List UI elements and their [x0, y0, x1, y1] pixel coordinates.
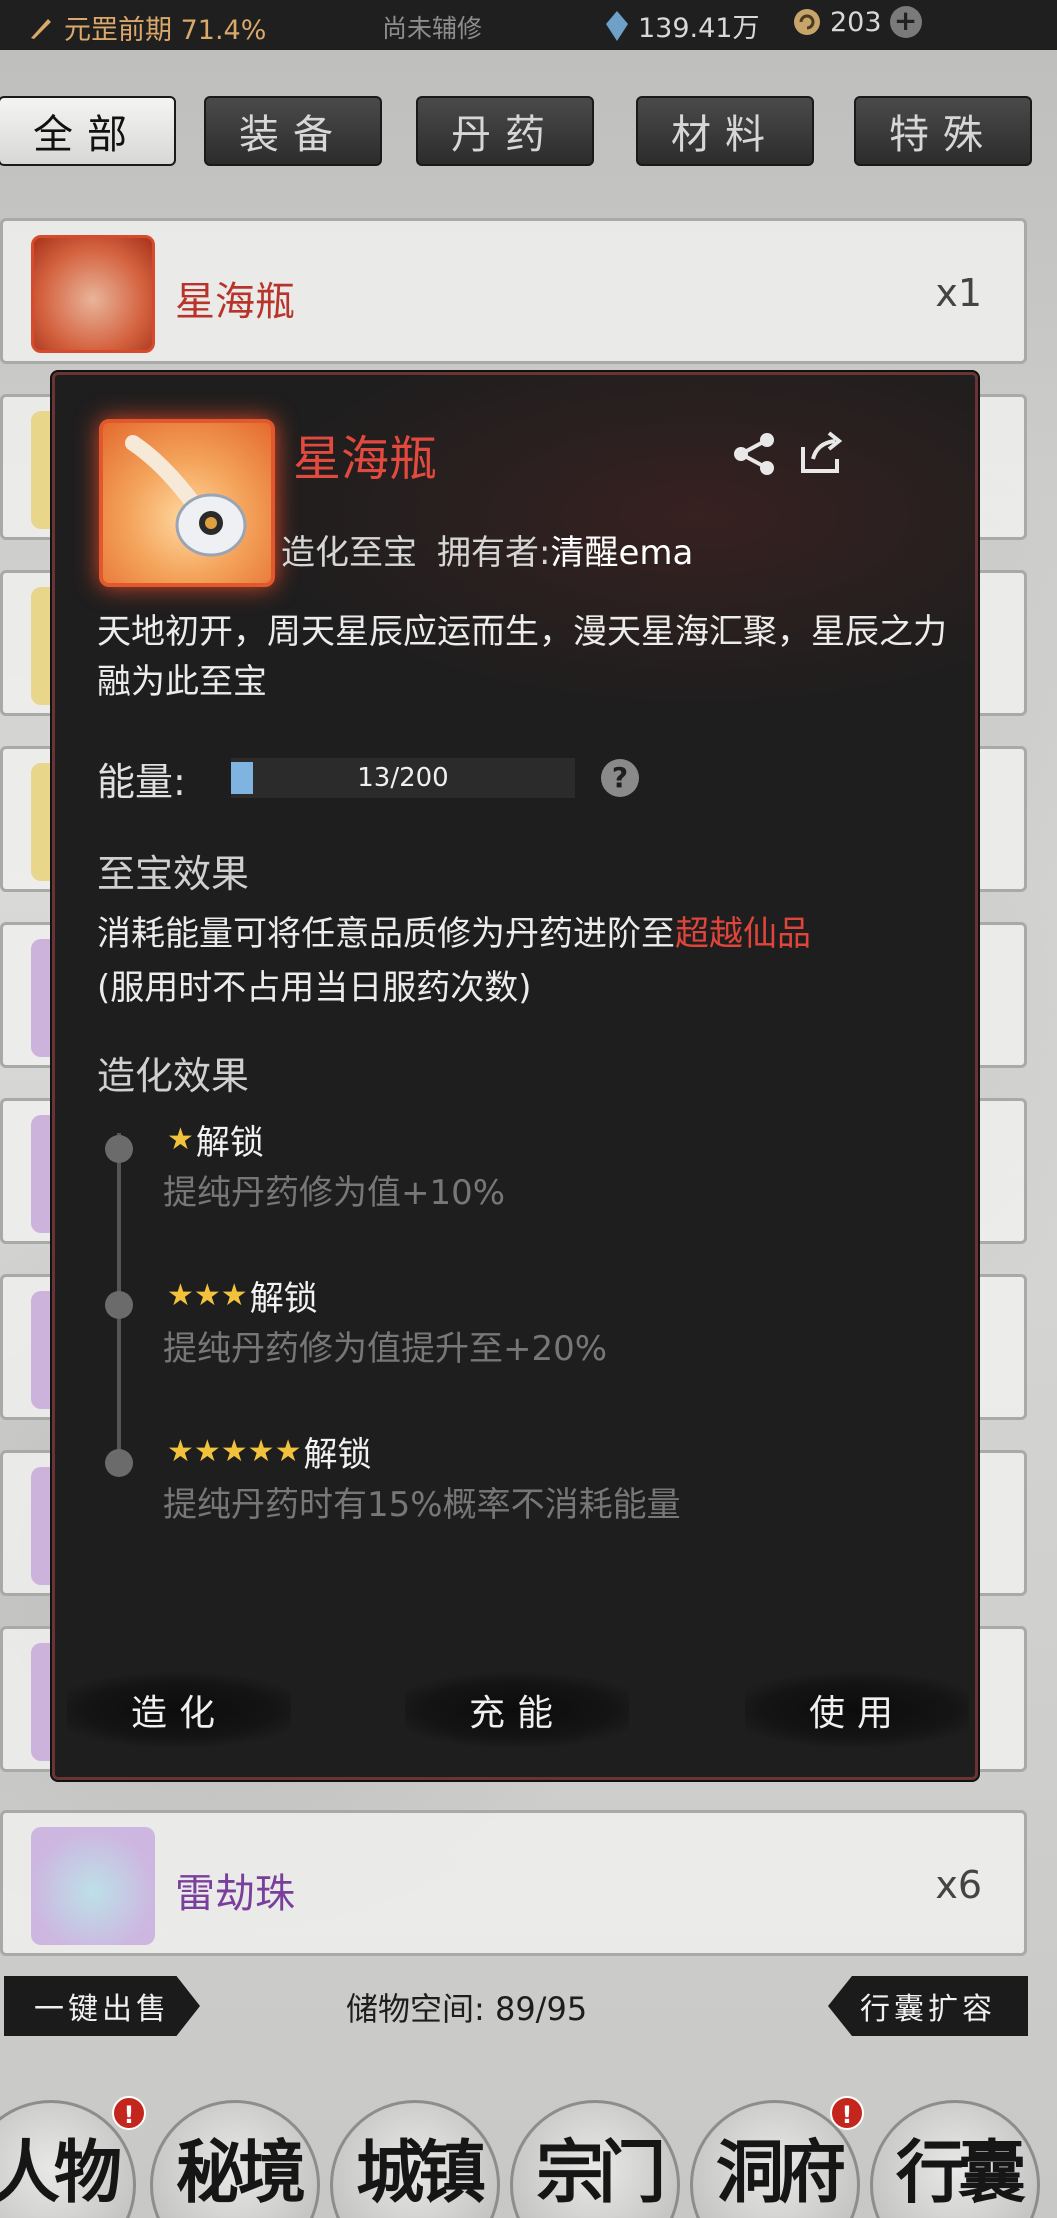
spirit-stone-status: 139.41万: [604, 6, 759, 45]
status-bar: 元罡前期 71.4% 尚未辅修 139.41万 203 +: [0, 0, 1057, 50]
treasure-effect-prefix: 消耗能量可将任意品质修为丹药进阶至: [97, 914, 675, 954]
nav-label: 宗门: [535, 2133, 666, 2213]
tab-equipment[interactable]: 装备: [204, 96, 382, 166]
swirl-coin-icon: [794, 9, 820, 35]
item-grade: 造化至宝: [281, 533, 417, 573]
brush-icon: [31, 18, 51, 39]
nav-label: 秘境: [175, 2133, 306, 2213]
tab-pills[interactable]: 丹药: [416, 96, 594, 166]
unlock-tier-5: ★★★★★ 解锁: [167, 1427, 371, 1476]
unlock-desc-1: 提纯丹药修为值+10%: [163, 1173, 506, 1213]
unlock-tier-3: ★★★ 解锁: [167, 1271, 318, 1320]
star-rating-icon: ★★★: [167, 1278, 248, 1313]
help-icon[interactable]: ?: [601, 759, 639, 797]
item-name: 星海瓶: [175, 279, 295, 325]
star-sea-bottle-thumb: [31, 235, 155, 353]
thunder-pearl-thumb: [31, 1827, 155, 1945]
energy-bar: 13/200: [231, 758, 575, 798]
nav-sect[interactable]: 宗门: [510, 2100, 680, 2218]
spirit-stone-icon: [606, 10, 628, 41]
nav-label: 行囊: [895, 2133, 1026, 2213]
item-name: 雷劫珠: [175, 1871, 295, 1917]
realm-text: 元罡前期 71.4%: [64, 15, 267, 46]
alert-badge: !: [112, 2096, 146, 2130]
nav-secret-realm[interactable]: 秘境: [150, 2100, 320, 2218]
star-sea-bottle-icon: [99, 419, 275, 587]
creation-effect-title: 造化效果: [97, 1054, 250, 1098]
energy-row: 能量: 13/200 ?: [97, 755, 639, 804]
unlock-label: 解锁: [249, 1279, 318, 1319]
bottom-nav: 人物 ! 秘境 城镇 宗门 洞府 ! 行囊: [0, 2090, 1057, 2218]
star-rating-icon: ★: [167, 1122, 194, 1157]
nav-bag[interactable]: 行囊: [870, 2100, 1040, 2218]
treasure-effect-text: 消耗能量可将任意品质修为丹药进阶至超越仙品 (服用时不占用当日服药次数): [97, 907, 957, 1015]
energy-value: 13/200: [357, 763, 449, 793]
owner-label: 拥有者:: [437, 533, 551, 573]
unlock-label: 解锁: [303, 1435, 372, 1475]
use-button[interactable]: 使用: [745, 1671, 969, 1749]
owner-name: 清醒ema: [550, 533, 694, 573]
create-button[interactable]: 造化: [67, 1671, 291, 1749]
item-title: 星海瓶: [293, 431, 438, 487]
currency-status: 203 +: [792, 6, 922, 38]
list-item[interactable]: 雷劫珠 x6: [0, 1810, 1027, 1956]
alert-badge: !: [830, 2096, 864, 2130]
timeline-dot: [105, 1291, 133, 1319]
unlock-desc-3: 提纯丹药修为值提升至+20%: [163, 1329, 608, 1369]
nav-label: 城镇: [355, 2133, 486, 2213]
grade-owner-row: 造化至宝 拥有者:清醒ema: [281, 525, 693, 574]
nav-town[interactable]: 城镇: [330, 2100, 500, 2218]
timeline-dot: [105, 1449, 133, 1477]
assist-status: 尚未辅修: [382, 14, 483, 43]
treasure-effect-title: 至宝效果: [97, 852, 250, 896]
nav-label: 人物: [0, 2133, 122, 2213]
share-icon[interactable]: [731, 431, 777, 477]
energy-label: 能量:: [97, 759, 186, 804]
item-count: x6: [935, 1863, 982, 1907]
realm-status: 元罡前期 71.4%: [28, 8, 266, 47]
item-detail-modal: 星海瓶 造化至宝 拥有者:清醒ema 天地初开，周天星辰应运而生，漫天星海汇聚，…: [52, 372, 978, 1780]
sell-all-button[interactable]: 一键出售: [4, 1976, 200, 2036]
add-currency-button[interactable]: +: [889, 6, 922, 38]
bottle-icon: [125, 435, 247, 557]
tab-materials[interactable]: 材料: [636, 96, 814, 166]
currency-amount: 203: [830, 6, 882, 38]
storage-capacity: 储物空间: 89/95: [346, 1990, 588, 2028]
expand-bag-button[interactable]: 行囊扩容: [828, 1976, 1028, 2036]
export-icon[interactable]: [797, 429, 845, 477]
treasure-effect-highlight: 超越仙品: [675, 914, 811, 954]
nav-label: 洞府: [715, 2133, 846, 2213]
timeline-dot: [105, 1135, 133, 1163]
unlock-desc-5: 提纯丹药时有15%概率不消耗能量: [163, 1485, 681, 1525]
list-item[interactable]: 星海瓶 x1: [0, 218, 1027, 364]
tab-all[interactable]: 全部: [0, 96, 176, 166]
star-rating-icon: ★★★★★: [167, 1434, 302, 1469]
unlock-label: 解锁: [195, 1123, 264, 1163]
tab-special[interactable]: 特殊: [854, 96, 1032, 166]
unlock-tier-1: ★ 解锁: [167, 1115, 264, 1164]
category-tabs: 全部 装备 丹药 材料 特殊: [0, 96, 1057, 168]
spirit-stone-amount: 139.41万: [638, 13, 760, 44]
treasure-effect-note: (服用时不占用当日服药次数): [97, 968, 532, 1008]
item-count: x1: [935, 271, 982, 315]
item-description: 天地初开，周天星辰应运而生，漫天星海汇聚，星辰之力融为此至宝: [97, 612, 947, 702]
charge-button[interactable]: 充能: [405, 1671, 629, 1749]
